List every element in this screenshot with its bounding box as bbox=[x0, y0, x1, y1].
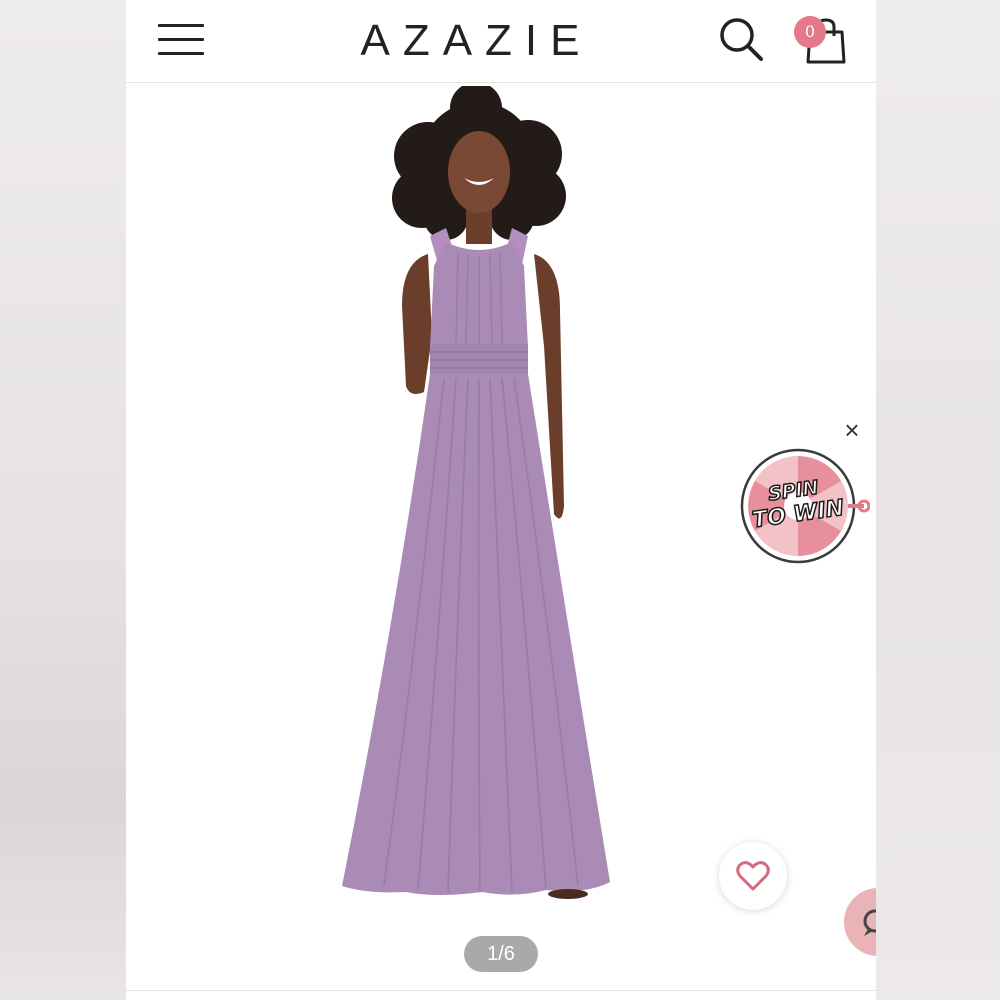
brand-logo[interactable]: AZAZIE bbox=[326, 14, 614, 68]
heart-icon bbox=[736, 861, 770, 891]
mobile-screen: AZAZIE 0 × SPIN TO WIN 1/6 bbox=[126, 0, 876, 1000]
chat-icon bbox=[863, 909, 876, 936]
wishlist-button[interactable] bbox=[719, 842, 787, 910]
image-pager: 1/6 bbox=[464, 936, 538, 972]
search-icon[interactable] bbox=[718, 16, 764, 62]
spin-to-win-widget[interactable]: SPIN TO WIN bbox=[738, 448, 871, 568]
hamburger-menu-icon[interactable] bbox=[158, 22, 204, 58]
divider bbox=[126, 990, 876, 991]
spin-close-icon[interactable]: × bbox=[840, 417, 864, 443]
site-header: AZAZIE 0 bbox=[126, 0, 876, 83]
product-image[interactable] bbox=[306, 86, 646, 926]
cart-count-badge: 0 bbox=[794, 16, 826, 48]
chat-button[interactable] bbox=[844, 888, 876, 956]
background-right bbox=[876, 0, 1000, 1000]
background-left bbox=[0, 0, 126, 1000]
